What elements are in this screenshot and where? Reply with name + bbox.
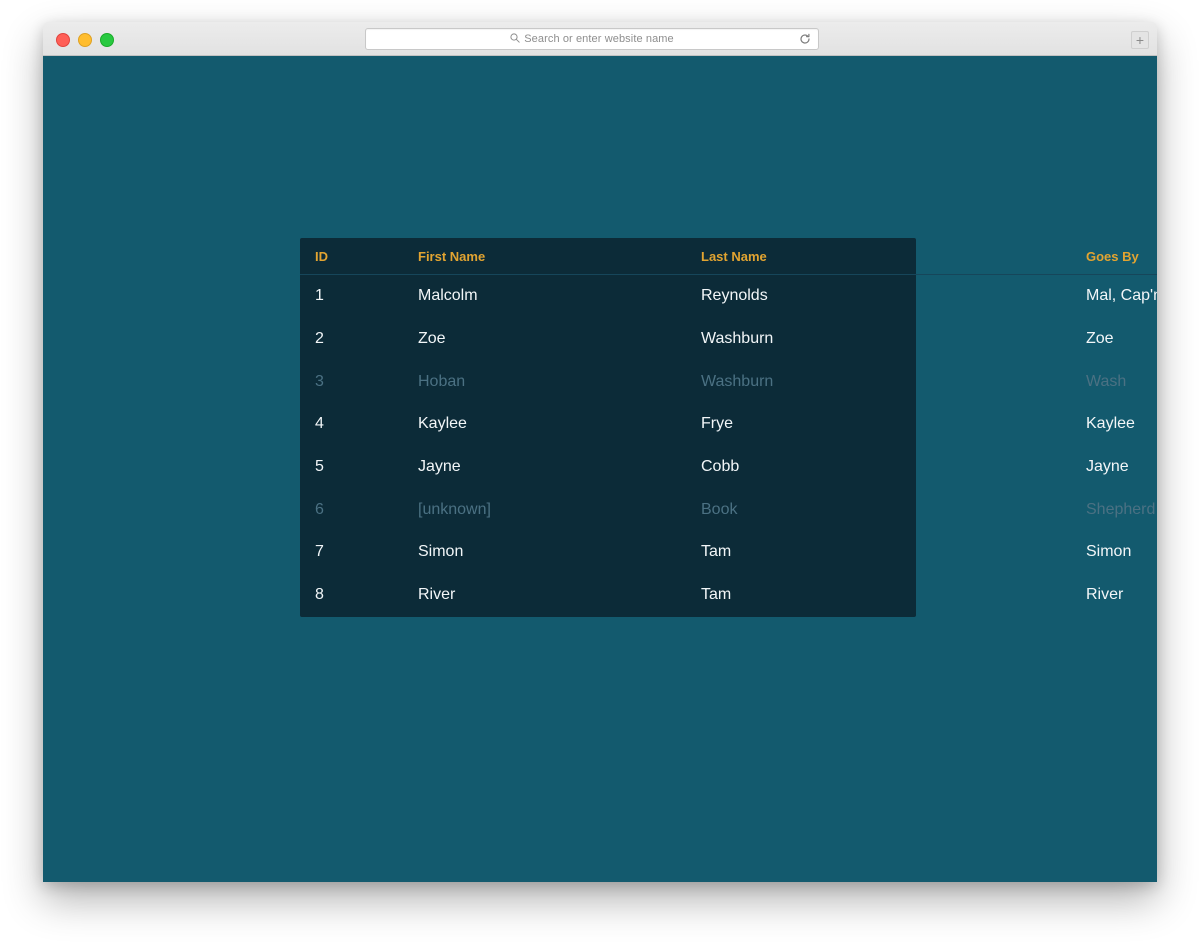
crew-table-container: ID First Name Last Name Goes By Gender C… bbox=[300, 238, 1157, 617]
table-cell-last: Tam bbox=[701, 543, 732, 561]
column-header-last-name[interactable]: Last Name bbox=[530, 238, 808, 275]
table-cell-id: 4 bbox=[315, 415, 324, 433]
table-row[interactable]: 3HobanWashburnWashMPilotNo bbox=[300, 360, 1157, 403]
address-input-placeholder: Search or enter website name bbox=[524, 33, 674, 45]
table-cell-first: Simon bbox=[418, 543, 464, 561]
crew-table-body: 1MalcolmReynoldsMal, Cap'nMCaptainYes2Zo… bbox=[300, 275, 1157, 617]
column-header-id[interactable]: ID bbox=[300, 238, 359, 275]
table-cell-goes: Mal, Cap'n bbox=[1086, 287, 1157, 305]
crew-table: ID First Name Last Name Goes By Gender C… bbox=[300, 238, 1157, 617]
table-cell-id: 8 bbox=[315, 586, 324, 604]
address-bar-content: Search or enter website name bbox=[510, 30, 674, 48]
table-cell-last: Tam bbox=[701, 586, 732, 604]
table-cell-id: 2 bbox=[315, 330, 324, 348]
table-row[interactable]: 2ZoeWashburnZoeFFirst MateYes bbox=[300, 318, 1157, 361]
table-cell-first: Malcolm bbox=[418, 287, 478, 305]
reload-icon[interactable] bbox=[798, 32, 812, 46]
table-row[interactable]: 6[unknown]BookShepherdMPassengerNo bbox=[300, 488, 1157, 531]
address-bar[interactable]: Search or enter website name bbox=[365, 28, 819, 50]
browser-window: Search or enter website name + ID First … bbox=[43, 22, 1157, 882]
table-row[interactable]: 8RiverTamRiverFPassengerYes bbox=[300, 574, 1157, 617]
column-header-goes-by[interactable]: Goes By bbox=[808, 238, 1157, 275]
new-tab-button[interactable]: + bbox=[1131, 31, 1149, 49]
table-cell-first: River bbox=[418, 586, 456, 604]
table-row[interactable]: 1MalcolmReynoldsMal, Cap'nMCaptainYes bbox=[300, 275, 1157, 318]
table-cell-id: 1 bbox=[315, 287, 324, 305]
table-cell-id: 3 bbox=[315, 372, 324, 390]
maximize-window-button[interactable] bbox=[100, 33, 114, 47]
table-cell-first: Zoe bbox=[418, 330, 446, 348]
table-row[interactable]: 5JayneCobbJayneMMuscleYes bbox=[300, 446, 1157, 489]
table-cell-goes: River bbox=[1086, 586, 1124, 604]
browser-titlebar: Search or enter website name + bbox=[43, 22, 1157, 56]
table-header-row: ID First Name Last Name Goes By Gender C… bbox=[300, 238, 1157, 275]
table-cell-id: 7 bbox=[315, 543, 324, 561]
table-cell-first: Hoban bbox=[418, 372, 466, 390]
page-viewport: ID First Name Last Name Goes By Gender C… bbox=[43, 56, 1157, 882]
table-cell-first: [unknown] bbox=[418, 500, 491, 518]
table-cell-goes: Wash bbox=[1086, 372, 1127, 390]
table-cell-last: Frye bbox=[701, 415, 733, 433]
table-cell-first: Kaylee bbox=[418, 415, 467, 433]
table-row[interactable]: 4KayleeFryeKayleeFMechanicYes bbox=[300, 403, 1157, 446]
table-cell-last: Washburn bbox=[701, 330, 774, 348]
table-cell-goes: Zoe bbox=[1086, 330, 1114, 348]
table-cell-goes: Kaylee bbox=[1086, 415, 1135, 433]
search-icon bbox=[510, 30, 520, 48]
table-cell-last: Reynolds bbox=[701, 287, 768, 305]
table-cell-last: Washburn bbox=[701, 372, 774, 390]
table-cell-id: 5 bbox=[315, 458, 324, 476]
minimize-window-button[interactable] bbox=[78, 33, 92, 47]
column-header-first-name[interactable]: First Name bbox=[359, 238, 530, 275]
table-cell-goes: Simon bbox=[1086, 543, 1132, 561]
close-window-button[interactable] bbox=[56, 33, 70, 47]
table-cell-goes: Shepherd bbox=[1086, 500, 1156, 518]
table-cell-last: Cobb bbox=[701, 458, 740, 476]
table-cell-goes: Jayne bbox=[1086, 458, 1129, 476]
table-cell-id: 6 bbox=[315, 500, 324, 518]
table-row[interactable]: 7SimonTamSimonMPassengerYes bbox=[300, 531, 1157, 574]
table-cell-first: Jayne bbox=[418, 458, 461, 476]
crew-table-head: ID First Name Last Name Goes By Gender C… bbox=[300, 238, 1157, 275]
table-cell-last: Book bbox=[701, 500, 738, 518]
window-controls bbox=[56, 33, 114, 47]
